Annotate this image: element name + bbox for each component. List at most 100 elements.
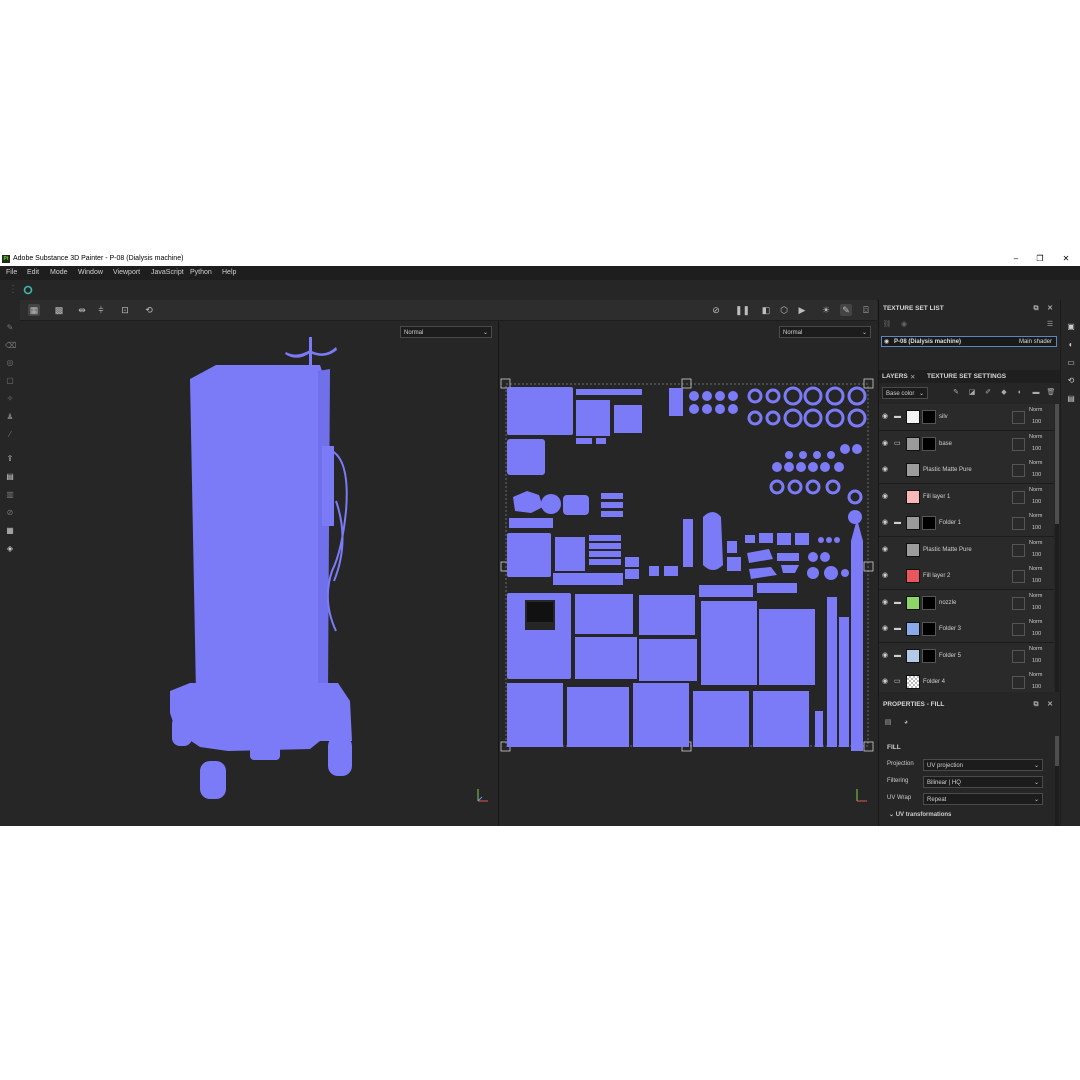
layer-row[interactable]: ◉ Fill layer 2 Norm 100 bbox=[879, 563, 1054, 590]
texture-set-item[interactable]: ◉ P-08 (Dialysis machine) Main shader bbox=[881, 336, 1057, 347]
screenshot-icon[interactable]: ⌼ bbox=[860, 304, 872, 316]
maximize-button[interactable]: ❐ bbox=[1033, 254, 1047, 264]
layer-blend-mode[interactable]: Norm bbox=[1029, 540, 1042, 546]
layer-opacity[interactable]: 100 bbox=[1032, 552, 1041, 558]
refresh-icon[interactable] bbox=[23, 285, 33, 295]
layer-select-checkbox[interactable] bbox=[1012, 649, 1025, 663]
menu-edit[interactable]: Edit bbox=[27, 269, 39, 276]
delete-layer-icon[interactable]: 🗑 bbox=[1046, 388, 1056, 398]
material-icon[interactable]: ▥ bbox=[5, 490, 15, 500]
menu-help[interactable]: Help bbox=[222, 269, 236, 276]
layer-opacity[interactable]: 100 bbox=[1032, 499, 1041, 505]
menu-mode[interactable]: Mode bbox=[50, 269, 68, 276]
layer-blend-mode[interactable]: Norm bbox=[1029, 619, 1042, 625]
layer-blend-mode[interactable]: Norm bbox=[1029, 593, 1042, 599]
layer-select-checkbox[interactable] bbox=[1012, 437, 1025, 451]
grid-view-icon[interactable]: ▦ bbox=[28, 304, 40, 316]
layer-blend-mode[interactable]: Norm bbox=[1029, 487, 1042, 493]
projection-icon[interactable]: ◎ bbox=[5, 358, 15, 368]
menu-python[interactable]: Python bbox=[190, 269, 212, 276]
frame-icon[interactable]: ⊡ bbox=[119, 304, 131, 316]
layer-mask-thumbnail[interactable] bbox=[922, 516, 936, 530]
folder-icon[interactable]: ▭ bbox=[894, 439, 903, 448]
layer-select-checkbox[interactable] bbox=[1012, 623, 1025, 636]
properties-undock-icon[interactable]: ⧉ bbox=[1031, 700, 1041, 710]
layer-row[interactable]: ◉ Plastic Matte Pure Norm 100 bbox=[879, 536, 1054, 564]
layer-mask-thumbnail[interactable] bbox=[922, 648, 936, 663]
layer-visibility-icon[interactable]: ◉ bbox=[882, 624, 891, 633]
folder-icon[interactable]: ▬ bbox=[894, 598, 903, 607]
layer-opacity[interactable]: 100 bbox=[1032, 605, 1041, 611]
layer-row[interactable]: ◉ Fill layer 1 Norm 100 bbox=[879, 483, 1054, 511]
properties-scrollbar[interactable] bbox=[1055, 736, 1059, 826]
menu-javascript[interactable]: JavaScript bbox=[151, 269, 184, 276]
layer-select-checkbox[interactable] bbox=[1012, 676, 1025, 689]
layer-opacity[interactable]: 100 bbox=[1032, 419, 1041, 425]
visibility-off-icon[interactable]: ⊘ bbox=[710, 304, 722, 316]
layer-opacity[interactable]: 100 bbox=[1032, 684, 1041, 690]
grid-options-icon[interactable]: ▩ bbox=[53, 304, 65, 316]
folder-icon[interactable]: ▬ bbox=[894, 518, 903, 527]
layer-visibility-icon[interactable]: ◉ bbox=[882, 545, 891, 554]
shelf-panel-icon[interactable]: ▭ bbox=[1066, 358, 1076, 368]
layer-blend-mode[interactable]: Norm bbox=[1029, 513, 1042, 519]
clone-stamp-icon[interactable]: ♟ bbox=[5, 412, 15, 422]
export-icon[interactable]: ⇪ bbox=[5, 454, 15, 464]
layer-visibility-icon[interactable]: ◉ bbox=[882, 571, 891, 580]
bake-icon[interactable]: ▤ bbox=[5, 472, 15, 482]
document-icon[interactable]: ▦ bbox=[5, 526, 15, 536]
layer-blend-mode[interactable]: Norm bbox=[1029, 646, 1042, 652]
material-properties-icon[interactable]: ◕ bbox=[901, 718, 911, 728]
tab-texture-set-settings[interactable]: TEXTURE SET SETTINGS bbox=[927, 373, 1006, 380]
layer-row[interactable]: ◉ ▬ silv Norm 100 bbox=[879, 404, 1054, 431]
layer-visibility-icon[interactable]: ◉ bbox=[882, 439, 891, 448]
layer-select-checkbox[interactable] bbox=[1012, 490, 1025, 504]
layer-select-checkbox[interactable] bbox=[1012, 517, 1025, 530]
layer-row[interactable]: ◉ ▭ Folder 4 Norm 100 bbox=[879, 669, 1054, 692]
layer-select-checkbox[interactable] bbox=[1012, 411, 1025, 424]
layer-visibility-icon[interactable]: ◉ bbox=[882, 465, 891, 474]
eye-toggle-icon[interactable]: ◉ bbox=[899, 320, 909, 330]
mask-icon[interactable]: ⊘ bbox=[5, 508, 15, 518]
close-window-button[interactable]: ✕ bbox=[1059, 254, 1073, 264]
geometry-fill-icon[interactable]: ▢ bbox=[5, 376, 15, 386]
layer-mask-thumbnail[interactable] bbox=[922, 595, 936, 610]
texture-set-panel-icon[interactable]: ▣ bbox=[1066, 322, 1076, 332]
add-effect-icon[interactable]: ✎ bbox=[951, 388, 961, 398]
eraser-icon[interactable]: ⌫ bbox=[5, 341, 16, 351]
uv-transformations-toggle[interactable]: ⌄ UV transformations bbox=[889, 811, 951, 818]
layer-blend-mode[interactable]: Norm bbox=[1029, 434, 1042, 440]
history-icon[interactable]: ⟲ bbox=[143, 304, 155, 316]
layer-blend-mode[interactable]: Norm bbox=[1029, 460, 1042, 466]
layer-row[interactable]: ◉ ▬ Folder 3 Norm 100 bbox=[879, 616, 1054, 643]
layer-opacity[interactable]: 100 bbox=[1032, 578, 1041, 584]
paint-brush-icon[interactable]: ✎ bbox=[5, 323, 15, 333]
history-panel-icon[interactable]: ⟲ bbox=[1066, 376, 1076, 386]
view-mode-icon[interactable]: ◧ bbox=[760, 304, 772, 316]
layer-opacity[interactable]: 100 bbox=[1032, 525, 1041, 531]
smudge-icon[interactable]: ✧ bbox=[5, 394, 15, 404]
menu-file[interactable]: File bbox=[6, 269, 17, 276]
tab-layers[interactable]: LAYERS bbox=[882, 373, 908, 380]
pause-icon[interactable]: ❚❚ bbox=[735, 304, 750, 316]
add-paint-layer-icon[interactable]: ✐ bbox=[983, 388, 993, 398]
channel-dropdown[interactable]: Base color ⌄ bbox=[882, 387, 928, 399]
layer-row[interactable]: ◉ ▬ nozzle Norm 100 bbox=[879, 589, 1054, 617]
add-fill-layer-icon[interactable]: ◆ bbox=[999, 388, 1009, 398]
folder-icon[interactable]: ▬ bbox=[894, 624, 903, 633]
layers-scrollbar[interactable] bbox=[1055, 404, 1059, 692]
projection-dropdown[interactable]: UV projection ⌄ bbox=[923, 759, 1043, 771]
layer-select-checkbox[interactable] bbox=[1012, 464, 1025, 477]
folder-icon[interactable]: ▬ bbox=[894, 412, 903, 421]
list-settings-icon[interactable]: ☰ bbox=[1045, 320, 1055, 330]
layer-row[interactable]: ◉ ▬ Folder 1 Norm 100 bbox=[879, 510, 1054, 537]
layer-mask-thumbnail[interactable] bbox=[922, 436, 936, 451]
layer-row[interactable]: ◉ ▭ base Norm 100 bbox=[879, 430, 1054, 458]
align-icon[interactable]: ⫩ bbox=[95, 304, 107, 316]
add-smart-material-icon[interactable]: ◐ bbox=[1015, 388, 1025, 398]
viewport-3d[interactable]: Normal ⌄ bbox=[20, 321, 498, 826]
layer-row[interactable]: ◉ Plastic Matte Pure Norm 100 bbox=[879, 457, 1054, 484]
minimize-button[interactable]: – bbox=[1009, 254, 1023, 264]
viewport-2d[interactable]: Normal ⌄ bbox=[499, 321, 877, 826]
menu-viewport[interactable]: Viewport bbox=[113, 269, 140, 276]
